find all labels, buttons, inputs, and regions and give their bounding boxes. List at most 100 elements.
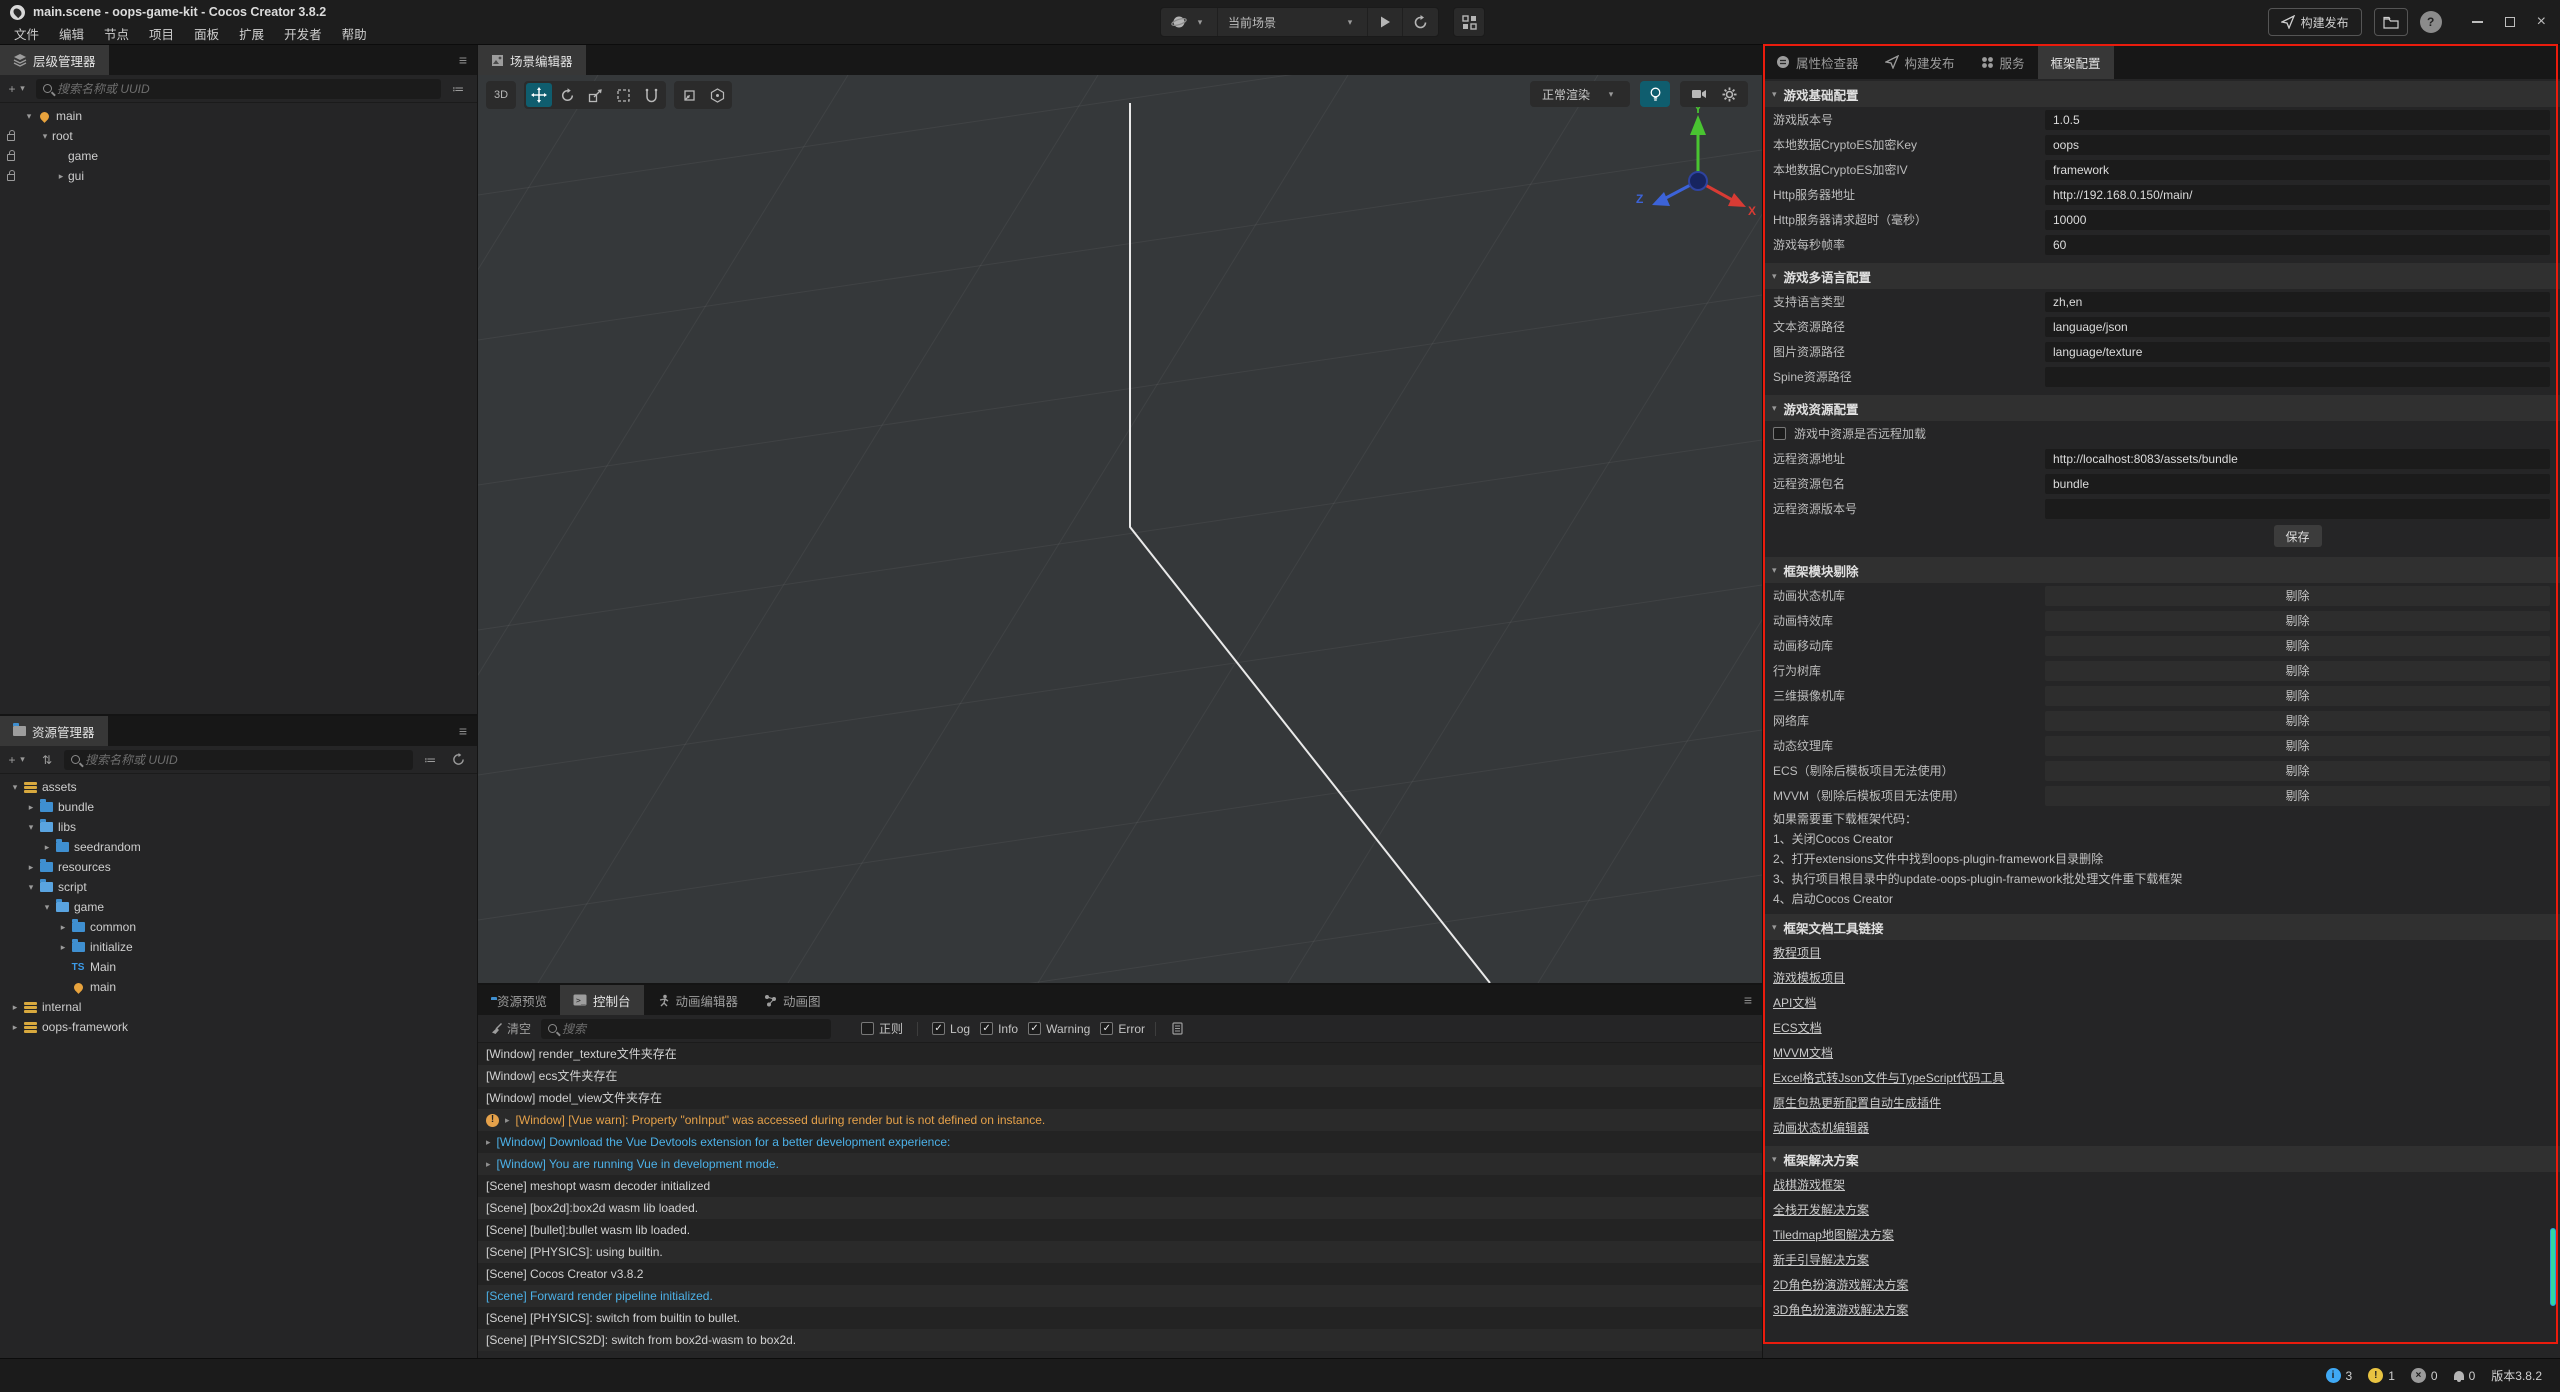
tree-row[interactable]: ▸bundle: [0, 797, 477, 817]
menu-item-节点[interactable]: 节点: [94, 24, 139, 43]
field-input[interactable]: language/texture: [2045, 342, 2550, 362]
doc-link[interactable]: 战棋游戏框架: [1773, 1176, 1845, 1193]
log-file-button[interactable]: [1166, 1019, 1188, 1039]
field-input[interactable]: 1.0.5: [2045, 110, 2550, 130]
assets-filter-button[interactable]: ≔: [419, 750, 441, 770]
doc-link[interactable]: 2D角色扮演游戏解决方案: [1773, 1276, 1908, 1293]
filter-Error[interactable]: ✓Error: [1100, 1022, 1145, 1036]
chevron-right-icon[interactable]: ▸: [8, 1002, 22, 1013]
preview-target-dropdown[interactable]: ▾: [1161, 8, 1218, 36]
section-header[interactable]: ▾游戏多语言配置: [1763, 263, 2560, 289]
chevron-right-icon[interactable]: ▸: [505, 1109, 510, 1131]
minimize-icon[interactable]: [2472, 21, 2483, 23]
checkbox-checked-icon[interactable]: ✓: [932, 1022, 945, 1035]
log-row[interactable]: [Window] ecs文件夹存在: [478, 1065, 1762, 1087]
tab-动画编辑器[interactable]: 动画编辑器: [644, 985, 752, 1015]
hierarchy-filter-button[interactable]: ≔: [447, 79, 469, 99]
log-row[interactable]: [Window] model_view文件夹存在: [478, 1087, 1762, 1109]
clear-console-button[interactable]: 清空: [486, 1019, 535, 1039]
help-button[interactable]: ?: [2420, 11, 2442, 33]
lighting-toggle-button[interactable]: [1640, 81, 1670, 107]
close-icon[interactable]: ×: [2537, 13, 2546, 31]
tab-资源预览[interactable]: 资源预览: [478, 985, 560, 1015]
transform-tool-button[interactable]: [638, 83, 664, 107]
doc-link[interactable]: 原生包热更新配置自动生成插件: [1773, 1094, 1941, 1111]
menu-item-编辑[interactable]: 编辑: [49, 24, 94, 43]
tree-row[interactable]: ▸gui: [0, 166, 477, 186]
chevron-right-icon[interactable]: ▸: [24, 802, 38, 813]
scene-camera-button[interactable]: [1686, 82, 1712, 106]
log-row[interactable]: !▸[Window] [Vue warn]: Property "onInput…: [478, 1109, 1762, 1131]
menu-item-项目[interactable]: 项目: [139, 24, 184, 43]
chevron-right-icon[interactable]: ▸: [56, 942, 70, 953]
filter-Log[interactable]: ✓Log: [932, 1022, 970, 1036]
open-project-folder-button[interactable]: [2374, 8, 2408, 36]
field-input[interactable]: oops: [2045, 135, 2550, 155]
tab-属性检查器[interactable]: 属性检查器: [1763, 45, 1872, 79]
menu-item-扩展[interactable]: 扩展: [229, 24, 274, 43]
sort-assets-button[interactable]: ⇅: [36, 750, 58, 770]
status-notifications[interactable]: 0: [2454, 1369, 2476, 1383]
section-header[interactable]: ▾游戏基础配置: [1763, 81, 2560, 107]
doc-link[interactable]: Excel格式转Json文件与TypeScript代码工具: [1773, 1069, 2004, 1086]
doc-link[interactable]: 教程项目: [1773, 944, 1821, 961]
remove-module-button[interactable]: 剔除: [2045, 736, 2550, 756]
tab-服务[interactable]: 服务: [1968, 45, 2038, 79]
tree-row[interactable]: ▾main: [0, 106, 477, 126]
doc-link[interactable]: MVVM文档: [1773, 1044, 1833, 1061]
log-row[interactable]: ▸[Window] You are running Vue in develop…: [478, 1153, 1762, 1175]
log-row[interactable]: [Scene] [box2d]:box2d wasm lib loaded.: [478, 1197, 1762, 1219]
menu-item-文件[interactable]: 文件: [4, 24, 49, 43]
tab-构建发布[interactable]: 构建发布: [1872, 45, 1968, 79]
add-asset-button[interactable]: +▾: [8, 750, 30, 770]
field-input[interactable]: zh,en: [2045, 292, 2550, 312]
tree-row[interactable]: main: [0, 977, 477, 997]
checkbox-checked-icon[interactable]: ✓: [980, 1022, 993, 1035]
remove-module-button[interactable]: 剔除: [2045, 611, 2550, 631]
tree-row[interactable]: game: [0, 146, 477, 166]
chevron-down-icon[interactable]: ▾: [38, 131, 52, 142]
3d-mode-button[interactable]: 3D: [486, 81, 516, 109]
remove-module-button[interactable]: 剔除: [2045, 586, 2550, 606]
chevron-right-icon[interactable]: ▸: [486, 1131, 491, 1153]
field-input[interactable]: language/json: [2045, 317, 2550, 337]
log-row[interactable]: [Window] render_texture文件夹存在: [478, 1043, 1762, 1065]
doc-link[interactable]: API文档: [1773, 994, 1816, 1011]
remove-module-button[interactable]: 剔除: [2045, 636, 2550, 656]
tab-框架配置[interactable]: 框架配置: [2038, 45, 2114, 79]
add-node-button[interactable]: +▾: [8, 79, 30, 99]
section-header[interactable]: ▾框架模块剔除: [1763, 557, 2560, 583]
tree-row[interactable]: ▸initialize: [0, 937, 477, 957]
doc-link[interactable]: 游戏模板项目: [1773, 969, 1845, 986]
tree-row[interactable]: ▾game: [0, 897, 477, 917]
section-header[interactable]: ▾游戏资源配置: [1763, 395, 2560, 421]
menu-item-面板[interactable]: 面板: [184, 24, 229, 43]
log-row[interactable]: [Scene] [PHYSICS2D]: switch from box2d-w…: [478, 1329, 1762, 1351]
scale-tool-button[interactable]: [582, 83, 608, 107]
tree-row[interactable]: TSMain: [0, 957, 477, 977]
refresh-assets-button[interactable]: [447, 750, 469, 770]
pivot-position-button[interactable]: [676, 83, 702, 107]
log-row[interactable]: [Scene] [bullet]:bullet wasm lib loaded.: [478, 1219, 1762, 1241]
move-tool-button[interactable]: [526, 83, 552, 107]
tree-row[interactable]: ▾assets: [0, 777, 477, 797]
hierarchy-search-input[interactable]: 搜索名称或 UUID: [36, 79, 441, 99]
tree-row[interactable]: ▸internal: [0, 997, 477, 1017]
chevron-right-icon[interactable]: ▸: [40, 842, 54, 853]
filter-Warning[interactable]: ✓Warning: [1028, 1022, 1090, 1036]
doc-link[interactable]: 新手引导解决方案: [1773, 1251, 1869, 1268]
chevron-right-icon[interactable]: ▸: [54, 171, 68, 182]
panel-menu-icon[interactable]: ≡: [1734, 992, 1762, 1008]
log-row[interactable]: ▸[Window] Download the Vue Devtools exte…: [478, 1131, 1762, 1153]
chevron-right-icon[interactable]: ▸: [486, 1153, 491, 1175]
status-error-count[interactable]: × 0: [2411, 1368, 2438, 1383]
status-info-count[interactable]: i 3: [2326, 1368, 2353, 1383]
log-row[interactable]: [Scene] meshopt wasm decoder initialized: [478, 1175, 1762, 1197]
log-row[interactable]: [Scene] Forward render pipeline initiali…: [478, 1285, 1762, 1307]
tab-控制台[interactable]: >_控制台: [560, 985, 644, 1015]
tree-row[interactable]: ▾script: [0, 877, 477, 897]
tree-row[interactable]: ▸resources: [0, 857, 477, 877]
tab-动画图[interactable]: 动画图: [751, 985, 834, 1015]
coordinate-mode-button[interactable]: [704, 83, 730, 107]
log-row[interactable]: [Scene] Cocos Creator v3.8.2: [478, 1263, 1762, 1285]
